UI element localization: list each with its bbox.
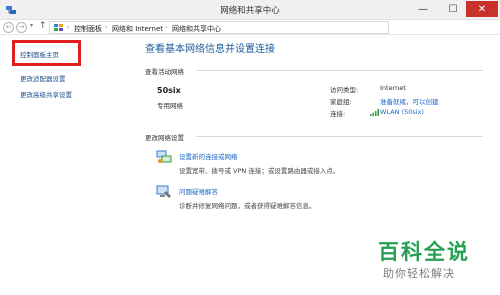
breadcrumb-control-panel[interactable]: 控制面板 (74, 24, 102, 34)
network-type: 专用网络 (157, 102, 183, 110)
active-networks-heading: 查看活动网络 (145, 68, 184, 76)
breadcrumb-separator: › (165, 24, 168, 31)
control-panel-icon (54, 24, 63, 31)
page-title: 查看基本网络信息并设置连接 (145, 44, 275, 55)
breadcrumb-sharing-center[interactable]: 网络和共享中心 (172, 24, 221, 34)
maximize-button[interactable]: ☐ (443, 1, 463, 17)
network-name: 50six (157, 86, 181, 95)
breadcrumb[interactable]: › 控制面板 › 网络和 Internet › 网络和共享中心 (49, 21, 389, 34)
setup-connection-link[interactable]: 设置新的连接或网络 (179, 151, 238, 161)
homegroup-label: 家庭组: (330, 98, 352, 106)
breadcrumb-separator: › (67, 24, 70, 31)
forward-button[interactable]: → (16, 22, 27, 33)
minimize-button[interactable]: — (413, 1, 433, 17)
up-button[interactable]: ↑ (39, 21, 47, 31)
watermark-subtitle: 助你轻松解决 (383, 267, 455, 280)
homegroup-link[interactable]: 准备就绪，可以创建 (380, 96, 439, 106)
breadcrumb-network-internet[interactable]: 网络和 Internet (112, 24, 163, 34)
troubleshoot-icon (156, 185, 171, 198)
troubleshoot-description: 诊断并修复网络问题，或者获得疑难解答信息。 (179, 202, 316, 210)
troubleshoot-link[interactable]: 问题疑难解答 (179, 186, 218, 196)
wifi-signal-icon (370, 109, 379, 116)
network-setup-icon (156, 150, 172, 163)
change-settings-heading: 更改网络设置 (145, 134, 184, 142)
setup-connection-description: 设置宽带、拨号或 VPN 连接；或设置路由器或接入点。 (179, 167, 340, 175)
highlight-annotation (12, 40, 81, 66)
section-divider (196, 70, 483, 71)
breadcrumb-separator: › (105, 24, 108, 31)
sidebar-item-advanced-sharing[interactable]: 更改高级共享设置 (20, 89, 72, 99)
access-type-label: 访问类型: (330, 86, 359, 94)
address-bar: ← → ▾ ↑ › 控制面板 › 网络和 Internet › 网络和共享中心 (0, 20, 500, 35)
title-bar: 网络和共享中心 — ☐ ✕ (0, 0, 500, 20)
access-type-value: Internet (380, 84, 406, 92)
close-button[interactable]: ✕ (466, 1, 498, 17)
recent-locations-icon[interactable]: ▾ (30, 22, 33, 29)
connection-link[interactable]: WLAN (50six) (380, 108, 424, 116)
watermark-title: 百科全说 (378, 240, 470, 264)
connection-label: 连接: (330, 110, 346, 118)
back-button[interactable]: ← (3, 22, 14, 33)
section-divider (196, 136, 483, 137)
sidebar-item-adapter-settings[interactable]: 更改适配器设置 (20, 73, 66, 83)
